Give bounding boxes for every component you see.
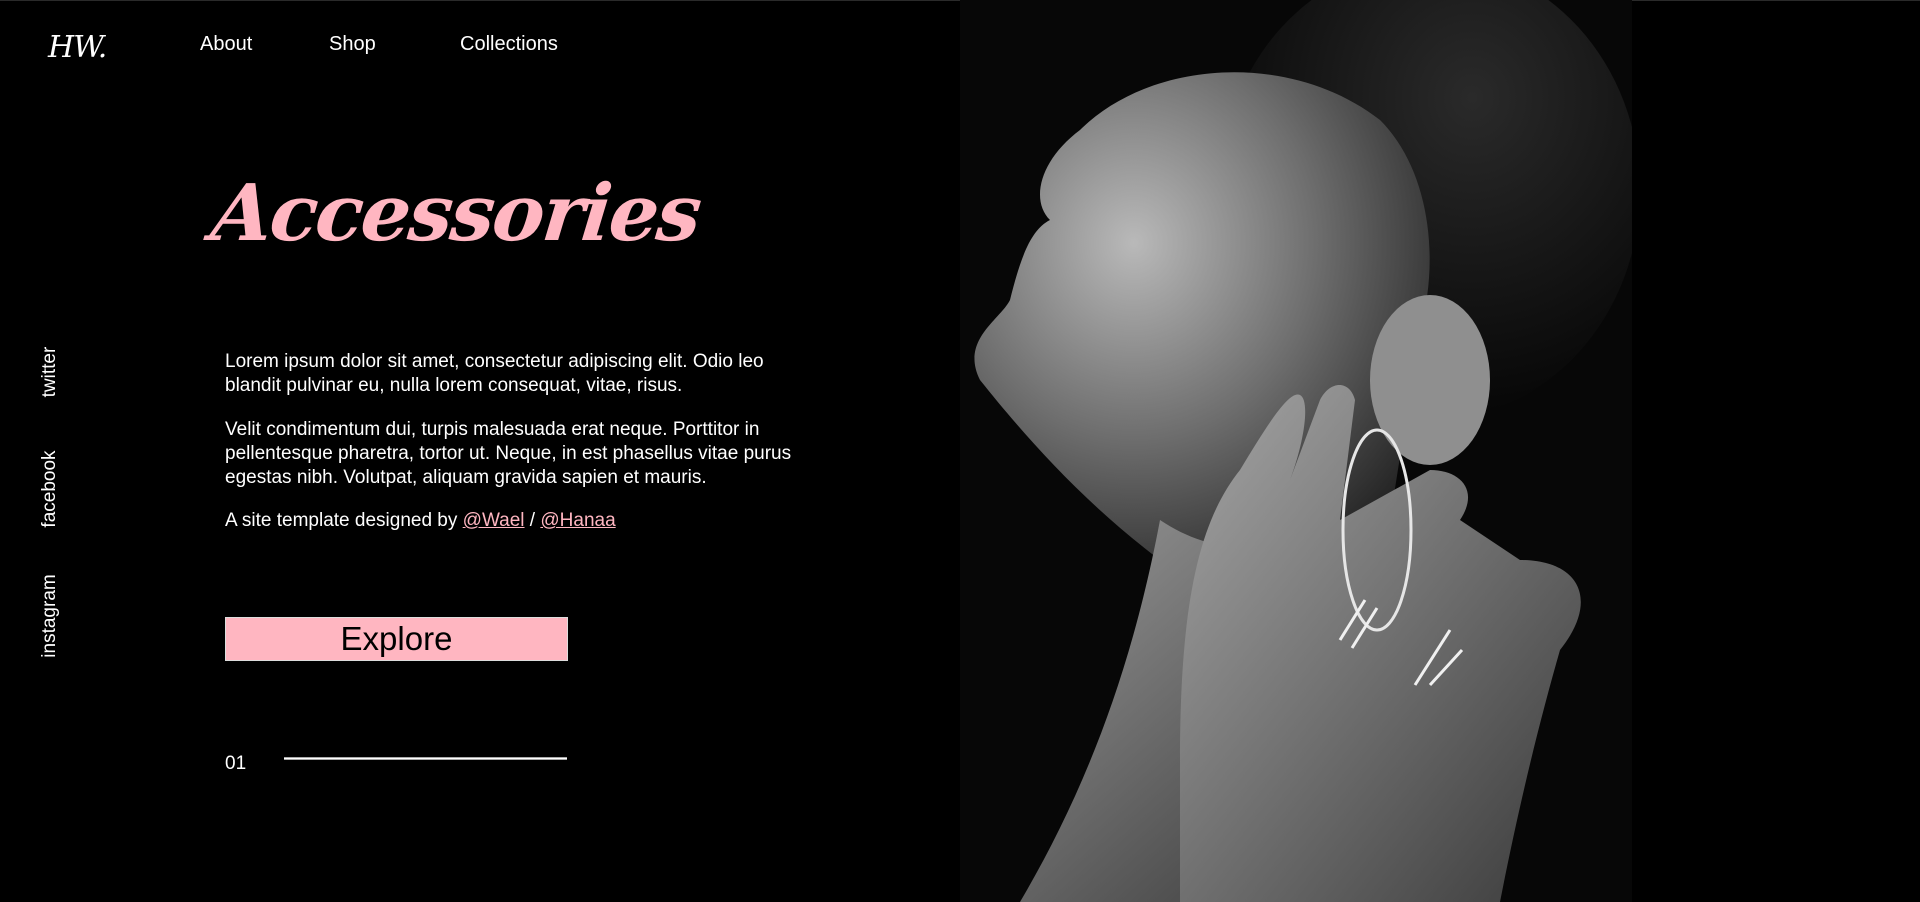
explore-button[interactable]: Explore bbox=[225, 617, 568, 661]
intro-paragraph: Lorem ipsum dolor sit amet, consectetur … bbox=[225, 351, 764, 396]
nav-shop[interactable]: Shop bbox=[329, 33, 376, 56]
slide-progress-bar bbox=[284, 757, 567, 760]
social-twitter[interactable]: twitter bbox=[39, 347, 61, 398]
portrait-illustration bbox=[960, 0, 1632, 902]
social-facebook[interactable]: facebook bbox=[39, 450, 61, 527]
ear-shape bbox=[1370, 295, 1490, 465]
credit-prefix: A site template designed by bbox=[225, 510, 463, 531]
credit-link-hanaa[interactable]: @Hanaa bbox=[540, 510, 615, 531]
credit-separator: / bbox=[524, 510, 541, 531]
description-paragraph: Velit condimentum dui, turpis malesuada … bbox=[225, 419, 792, 488]
page-title: Accessories bbox=[207, 168, 705, 259]
credit-line: A site template designed by @Wael / @Han… bbox=[225, 509, 815, 533]
nav-collections[interactable]: Collections bbox=[460, 33, 558, 56]
brand-logo[interactable]: HW. bbox=[48, 30, 107, 65]
credit-link-wael[interactable]: @Wael bbox=[463, 510, 525, 531]
nav-about[interactable]: About bbox=[200, 33, 252, 56]
page: HW. About Shop Collections twitter faceb… bbox=[0, 0, 1920, 902]
social-instagram[interactable]: instagram bbox=[39, 574, 61, 657]
hero-image bbox=[960, 0, 1632, 902]
slide-number: 01 bbox=[225, 753, 247, 774]
slide-progress-fill bbox=[284, 758, 567, 759]
